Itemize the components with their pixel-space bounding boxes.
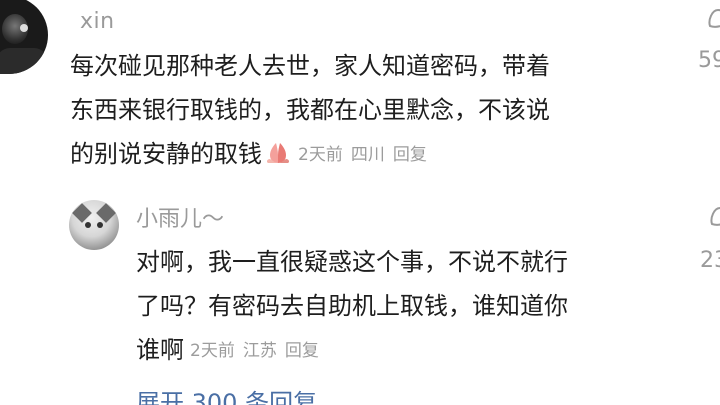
- avatar-eye: [85, 222, 91, 228]
- like-icon[interactable]: [706, 6, 720, 30]
- praying-hands-icon: [266, 143, 290, 163]
- avatar-shoulder: [0, 48, 48, 74]
- like-count: 23: [700, 248, 720, 273]
- comment-line: 的别说安静的取钱 2天前 四川 回复: [70, 132, 670, 177]
- like-count: 59: [698, 48, 720, 73]
- avatar-eye: [97, 222, 103, 228]
- username[interactable]: 小雨儿～: [136, 201, 224, 233]
- expand-replies-link[interactable]: 展开 300 条回复: [136, 388, 317, 405]
- location: 江苏: [242, 341, 277, 361]
- user-avatar-xin[interactable]: [0, 0, 48, 74]
- comment-meta: 2天前 江苏 回复: [190, 341, 319, 361]
- comment-line: 了吗？有密码去自助机上取钱，谁知道你: [136, 292, 568, 320]
- reply-body: 对啊，我一直很疑惑这个事，不说不就行 了吗？有密码去自助机上取钱，谁知道你 谁啊…: [136, 240, 676, 373]
- comment-line: 每次碰见那种老人去世，家人知道密码，带着: [70, 52, 550, 80]
- comment-line-text: 的别说安静的取钱: [70, 140, 262, 168]
- username[interactable]: xin: [80, 9, 115, 34]
- comment-body: 每次碰见那种老人去世，家人知道密码，带着 东西来银行取钱的，我都在心里默念，不该…: [70, 44, 670, 177]
- comment-line: 东西来银行取钱的，我都在心里默念，不该说: [70, 96, 550, 124]
- avatar-ear: [96, 203, 116, 223]
- location: 四川: [350, 145, 385, 165]
- like-icon[interactable]: [708, 204, 720, 228]
- avatar-glare: [20, 24, 28, 32]
- comment-meta: 2天前 四川 回复: [298, 145, 427, 165]
- timestamp: 2天前: [190, 341, 235, 361]
- user-avatar-xiaoyuer[interactable]: [69, 200, 119, 250]
- comment-line: 谁啊 2天前 江苏 回复: [136, 328, 676, 373]
- reply-button[interactable]: 回复: [285, 341, 319, 361]
- comment-thread: xin 59 每次碰见那种老人去世，家人知道密码，带着 东西来银行取钱的，我都在…: [0, 0, 720, 405]
- timestamp: 2天前: [298, 145, 343, 165]
- reply-button[interactable]: 回复: [393, 145, 427, 165]
- comment-line: 对啊，我一直很疑惑这个事，不说不就行: [136, 248, 568, 276]
- comment-line-text: 谁啊: [136, 336, 184, 364]
- avatar-ear: [72, 203, 92, 223]
